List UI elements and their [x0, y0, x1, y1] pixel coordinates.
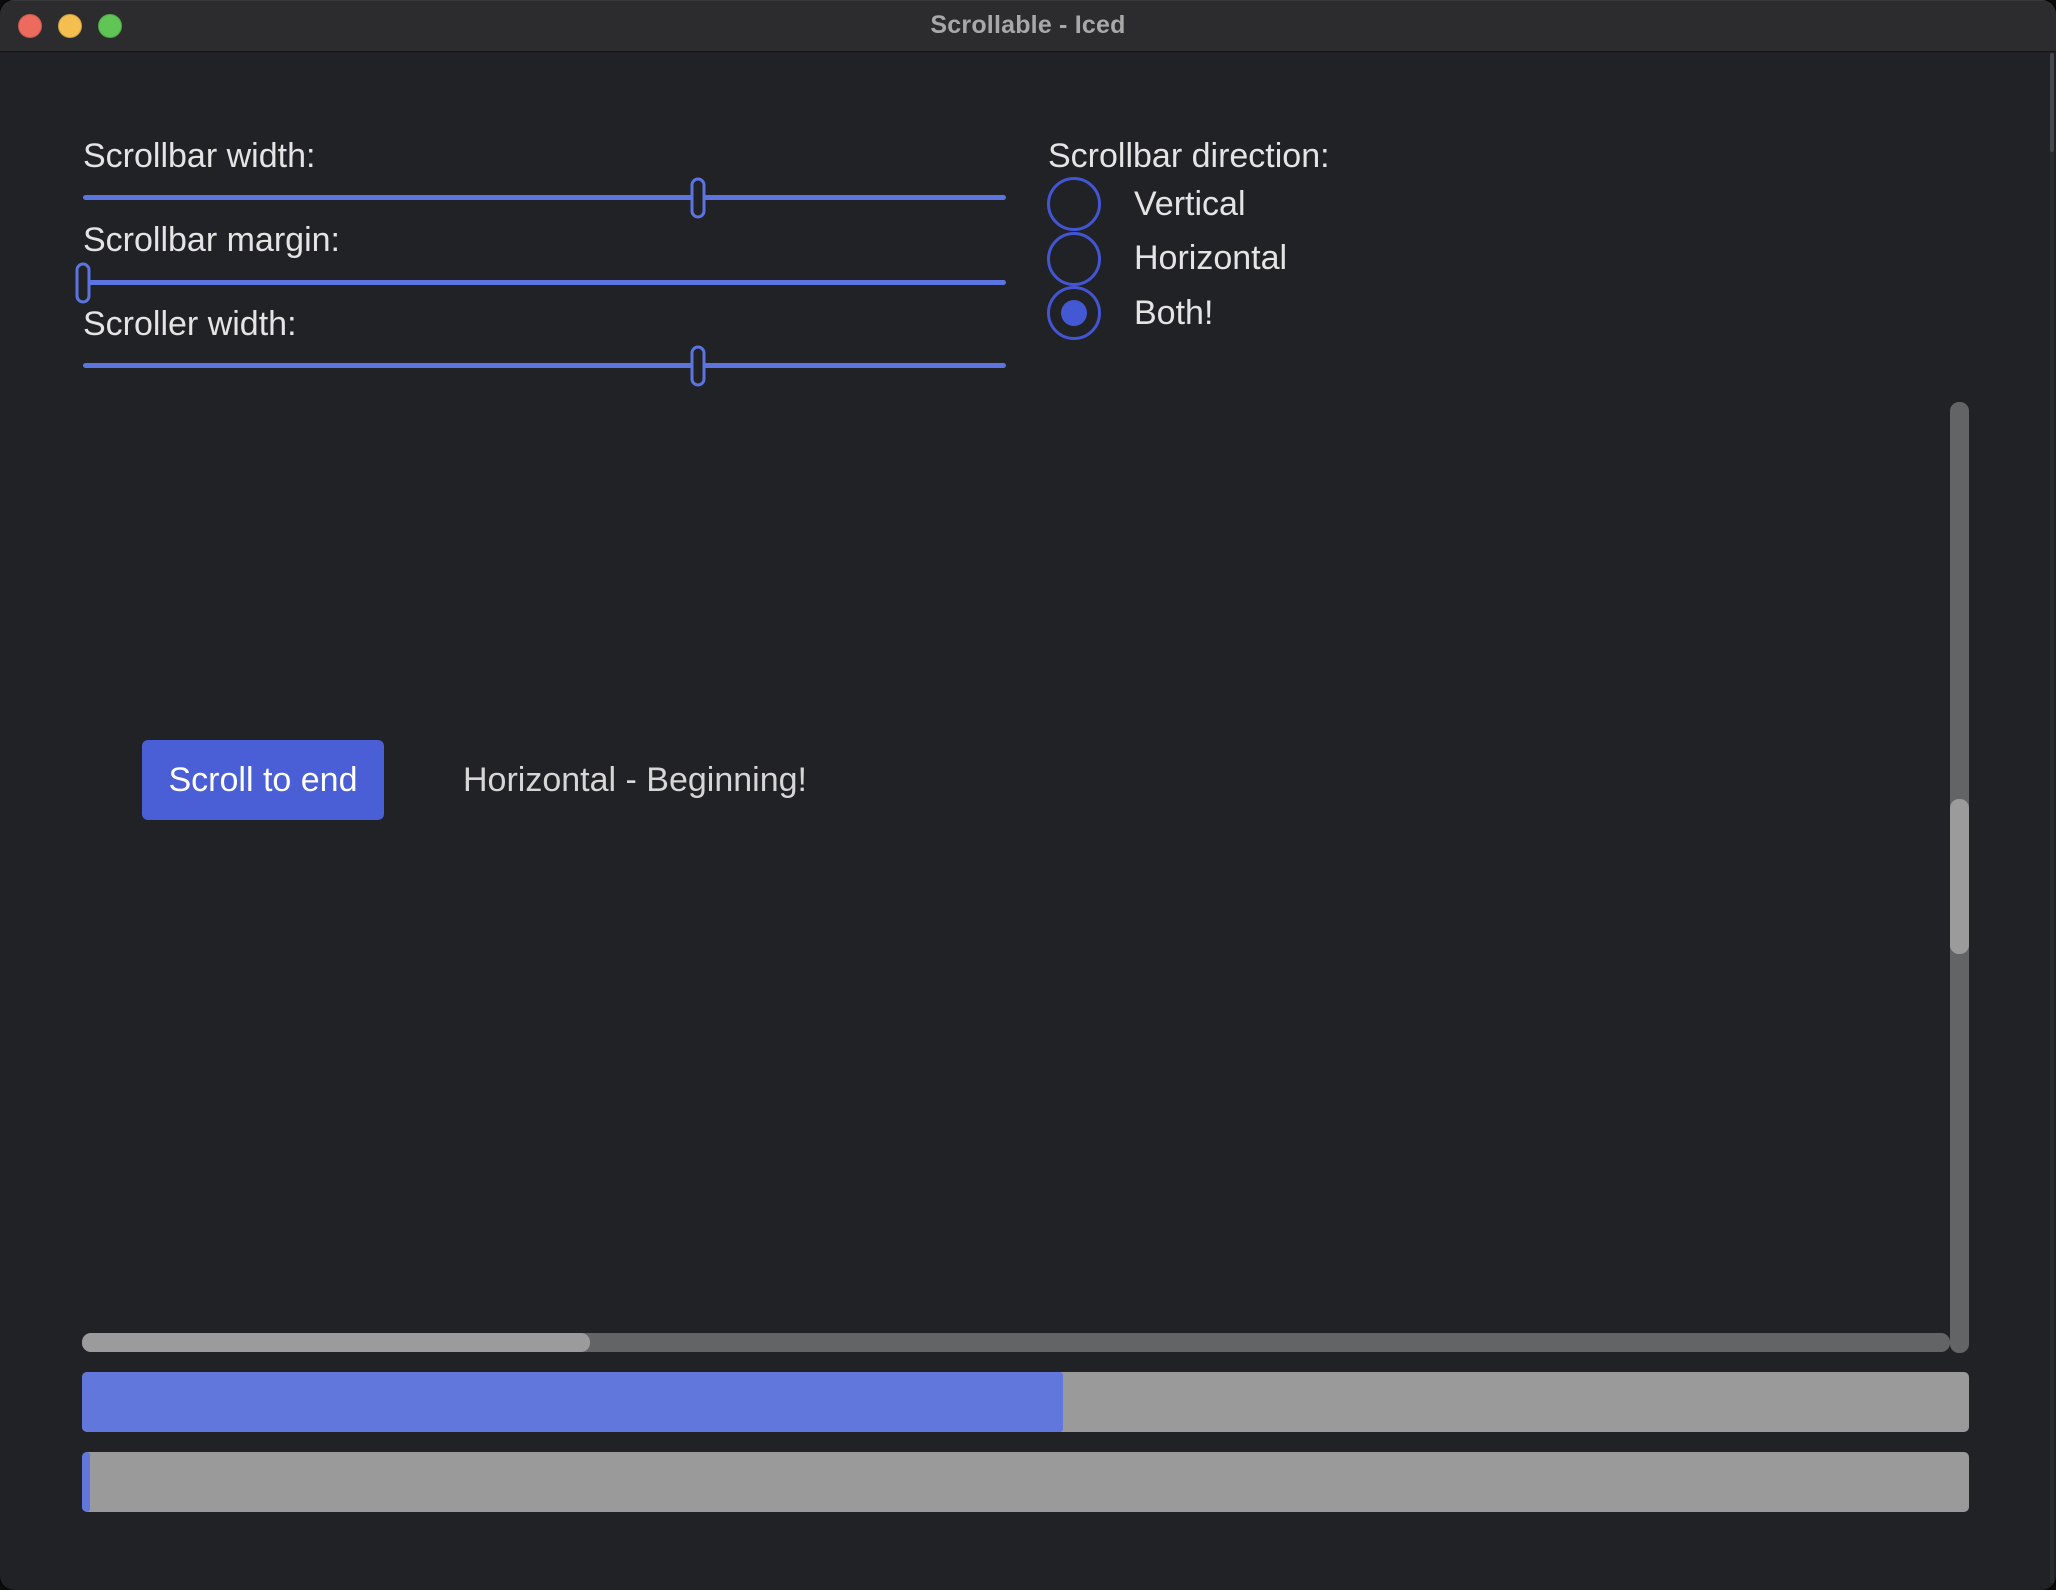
window-edge-scrollbar-thumb[interactable] — [2050, 53, 2054, 152]
scroll-status-text: Horizontal - Beginning! — [463, 740, 807, 820]
vertical-scrollbar-thumb[interactable] — [1950, 799, 1969, 954]
close-button-icon[interactable] — [18, 14, 42, 38]
radio-circle-icon[interactable] — [1047, 232, 1101, 286]
titlebar: Scrollable - Iced — [0, 0, 2056, 52]
radio-circle-icon[interactable] — [1047, 286, 1101, 340]
minimize-button-icon[interactable] — [58, 14, 82, 38]
vertical-progress-bar — [82, 1452, 1969, 1512]
window-title: Scrollable - Iced — [930, 11, 1125, 40]
vertical-scrollbar-track[interactable] — [1950, 402, 1969, 1353]
scrollbar-width-label: Scrollbar width: — [83, 136, 315, 176]
app-window: Scrollable - Iced Scrollbar width: Scrol… — [0, 0, 2056, 1590]
radio-both-label: Both! — [1134, 294, 1213, 333]
horizontal-scrollbar-track[interactable] — [82, 1333, 1950, 1352]
scrollbar-margin-slider[interactable] — [83, 280, 1006, 285]
horizontal-progress-fill — [82, 1372, 1063, 1432]
horizontal-progress-bar — [82, 1372, 1969, 1432]
scroller-width-label: Scroller width: — [83, 304, 297, 344]
scrollbar-width-slider-handle[interactable] — [690, 177, 705, 218]
scroller-width-slider[interactable] — [83, 363, 1006, 368]
window-edge-scrollbar-track[interactable] — [2050, 53, 2054, 1583]
radio-vertical[interactable]: Vertical — [1047, 177, 1287, 232]
zoom-button-icon[interactable] — [98, 14, 122, 38]
traffic-lights — [18, 14, 122, 38]
scrollbar-margin-slider-handle[interactable] — [76, 262, 91, 303]
radio-dot-icon — [1061, 300, 1087, 326]
horizontal-scrollbar-thumb[interactable] — [82, 1333, 590, 1352]
radio-both[interactable]: Both! — [1047, 286, 1287, 341]
radio-horizontal[interactable]: Horizontal — [1047, 232, 1287, 287]
screen: Scrollable - Iced Scrollbar width: Scrol… — [0, 0, 2056, 1590]
scroller-width-slider-handle[interactable] — [690, 345, 705, 386]
scrollbar-direction-group: Vertical Horizontal Both! — [1047, 177, 1287, 341]
radio-vertical-label: Vertical — [1134, 185, 1246, 224]
scrollbar-width-slider[interactable] — [83, 195, 1006, 200]
radio-horizontal-label: Horizontal — [1134, 239, 1287, 278]
vertical-progress-fill — [82, 1452, 90, 1512]
scrollbar-margin-label: Scrollbar margin: — [83, 220, 340, 260]
radio-circle-icon[interactable] — [1047, 177, 1101, 231]
scrollbar-direction-label: Scrollbar direction: — [1048, 136, 1330, 176]
scroll-to-end-button[interactable]: Scroll to end — [142, 740, 384, 820]
